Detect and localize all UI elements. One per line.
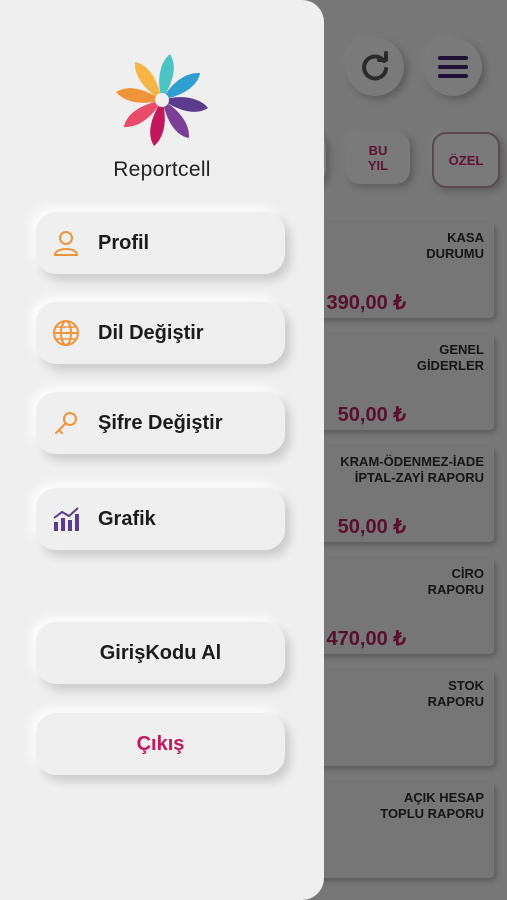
menu-item-password[interactable]: Şifre Değiştir [36, 392, 285, 454]
key-icon [52, 409, 80, 437]
report-card-ikram[interactable]: KRAM-ÖDENMEZ-İADE İPTAL-ZAYİ RAPORU 50,0… [300, 446, 494, 542]
card-amount: 50,00 ₺ [337, 516, 406, 538]
card-title: KRAM-ÖDENMEZ-İADE İPTAL-ZAYİ RAPORU [340, 454, 484, 485]
card-amount: 470,00 ₺ [326, 628, 406, 650]
menu-item-label: Çıkış [136, 732, 185, 755]
side-drawer: Reportcell Profil Dil Değiştir Şifre Değ… [0, 0, 324, 900]
card-title: AÇIK HESAP TOPLU RAPORU [380, 790, 484, 821]
card-title: STOK RAPORU [427, 678, 484, 709]
refresh-icon [362, 51, 388, 81]
report-card-stok[interactable]: STOK RAPORU [300, 670, 494, 766]
menu-item-profile[interactable]: Profil [36, 212, 285, 274]
card-title: GENEL GİDERLER [416, 342, 484, 373]
refresh-button[interactable] [346, 38, 404, 96]
menu-item-chart[interactable]: Grafik [36, 488, 285, 550]
menu-item-label: Dil Değiştir [98, 321, 204, 344]
card-amount: 50,00 ₺ [337, 404, 406, 426]
filter-this-year-button[interactable]: BU YIL [346, 132, 410, 184]
logout-button[interactable]: Çıkış [36, 713, 285, 775]
hamburger-menu-button[interactable] [424, 38, 482, 96]
card-title: KASA DURUMU [426, 230, 484, 261]
menu-item-language[interactable]: Dil Değiştir [36, 302, 285, 364]
report-card-acik-hesap[interactable]: AÇIK HESAP TOPLU RAPORU [300, 782, 494, 878]
hamburger-menu-icon [438, 56, 468, 78]
menu-item-label: Grafik [98, 507, 156, 530]
report-card-ciro[interactable]: CİRO RAPORU 470,00 ₺ [300, 558, 494, 654]
bar-chart-icon [52, 505, 80, 533]
card-title: CİRO RAPORU [427, 566, 484, 597]
get-login-code-button[interactable]: GirişKodu Al [36, 622, 285, 684]
brand-name: Reportcell [113, 158, 211, 181]
report-card-kasa[interactable]: KASA DURUMU 390,00 ₺ [300, 222, 494, 318]
globe-icon [52, 319, 80, 347]
card-amount: 390,00 ₺ [326, 292, 406, 314]
report-card-giderler[interactable]: GENEL GİDERLER 50,00 ₺ [300, 334, 494, 430]
menu-item-label: GirişKodu Al [99, 641, 222, 664]
menu-item-label: Profil [98, 231, 150, 254]
brand-logo [110, 48, 214, 152]
menu-item-label: Şifre Değiştir [98, 411, 223, 434]
user-icon [52, 229, 80, 257]
filter-custom-button[interactable]: ÖZEL [432, 132, 500, 188]
